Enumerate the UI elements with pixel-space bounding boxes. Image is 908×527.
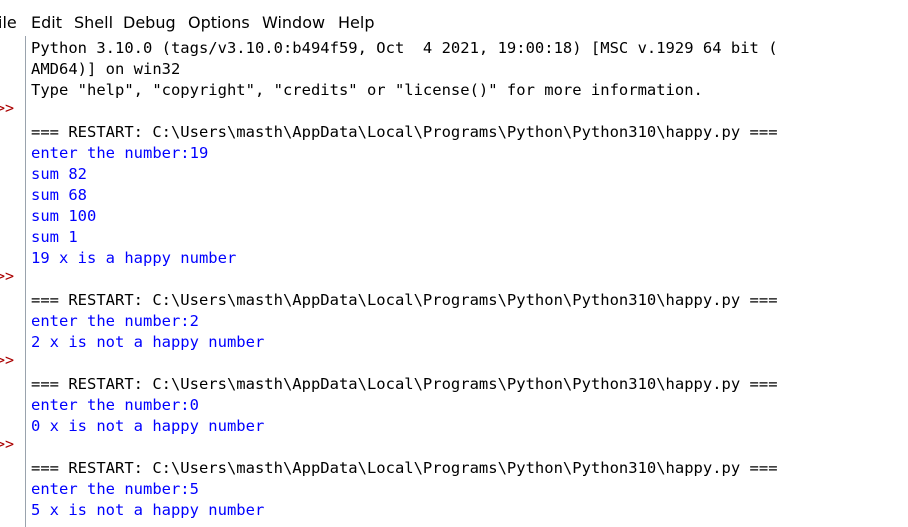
gutter-divider <box>25 36 26 527</box>
input-prompt-line: enter the number:19 <box>31 144 209 162</box>
output-line: sum 68 <box>31 186 87 204</box>
banner-line: AMD64)] on win32 <box>31 60 181 78</box>
shell-prompt: >> <box>0 351 15 369</box>
menu-shell[interactable]: Shell <box>74 13 113 33</box>
output-line: 2 x is not a happy number <box>31 333 265 351</box>
banner-line: Python 3.10.0 (tags/v3.10.0:b494f59, Oct… <box>31 39 778 57</box>
prompt-gutter: >> >> >> >> <box>0 36 25 527</box>
output-line: sum 82 <box>31 165 87 183</box>
menu-file[interactable]: ile <box>0 13 17 33</box>
menu-help[interactable]: Help <box>338 13 374 33</box>
shell-prompt: >> <box>0 435 15 453</box>
output-line: 19 x is a happy number <box>31 249 237 267</box>
output-line: sum 1 <box>31 228 78 246</box>
restart-line: === RESTART: C:\Users\masth\AppData\Loca… <box>31 291 778 309</box>
shell-prompt: >> <box>0 99 15 117</box>
menu-debug[interactable]: Debug <box>123 13 176 33</box>
output-line: 0 x is not a happy number <box>31 417 265 435</box>
shell-text-area[interactable]: Python 3.10.0 (tags/v3.10.0:b494f59, Oct… <box>31 36 908 527</box>
idle-shell-window: ile Edit Shell Debug Options Window Help… <box>0 0 908 527</box>
menu-edit[interactable]: Edit <box>31 13 62 33</box>
restart-line: === RESTART: C:\Users\masth\AppData\Loca… <box>31 123 778 141</box>
output-line: sum 100 <box>31 207 97 225</box>
restart-line: === RESTART: C:\Users\masth\AppData\Loca… <box>31 459 778 477</box>
input-prompt-line: enter the number:2 <box>31 312 199 330</box>
menu-options[interactable]: Options <box>188 13 250 33</box>
output-line: 5 x is not a happy number <box>31 501 265 519</box>
menu-window[interactable]: Window <box>262 13 325 33</box>
restart-line: === RESTART: C:\Users\masth\AppData\Loca… <box>31 375 778 393</box>
banner-line: Type "help", "copyright", "credits" or "… <box>31 81 703 99</box>
input-prompt-line: enter the number:0 <box>31 396 199 414</box>
shell-prompt: >> <box>0 267 15 285</box>
input-prompt-line: enter the number:5 <box>31 480 199 498</box>
menu-bar: ile Edit Shell Debug Options Window Help <box>0 0 908 36</box>
